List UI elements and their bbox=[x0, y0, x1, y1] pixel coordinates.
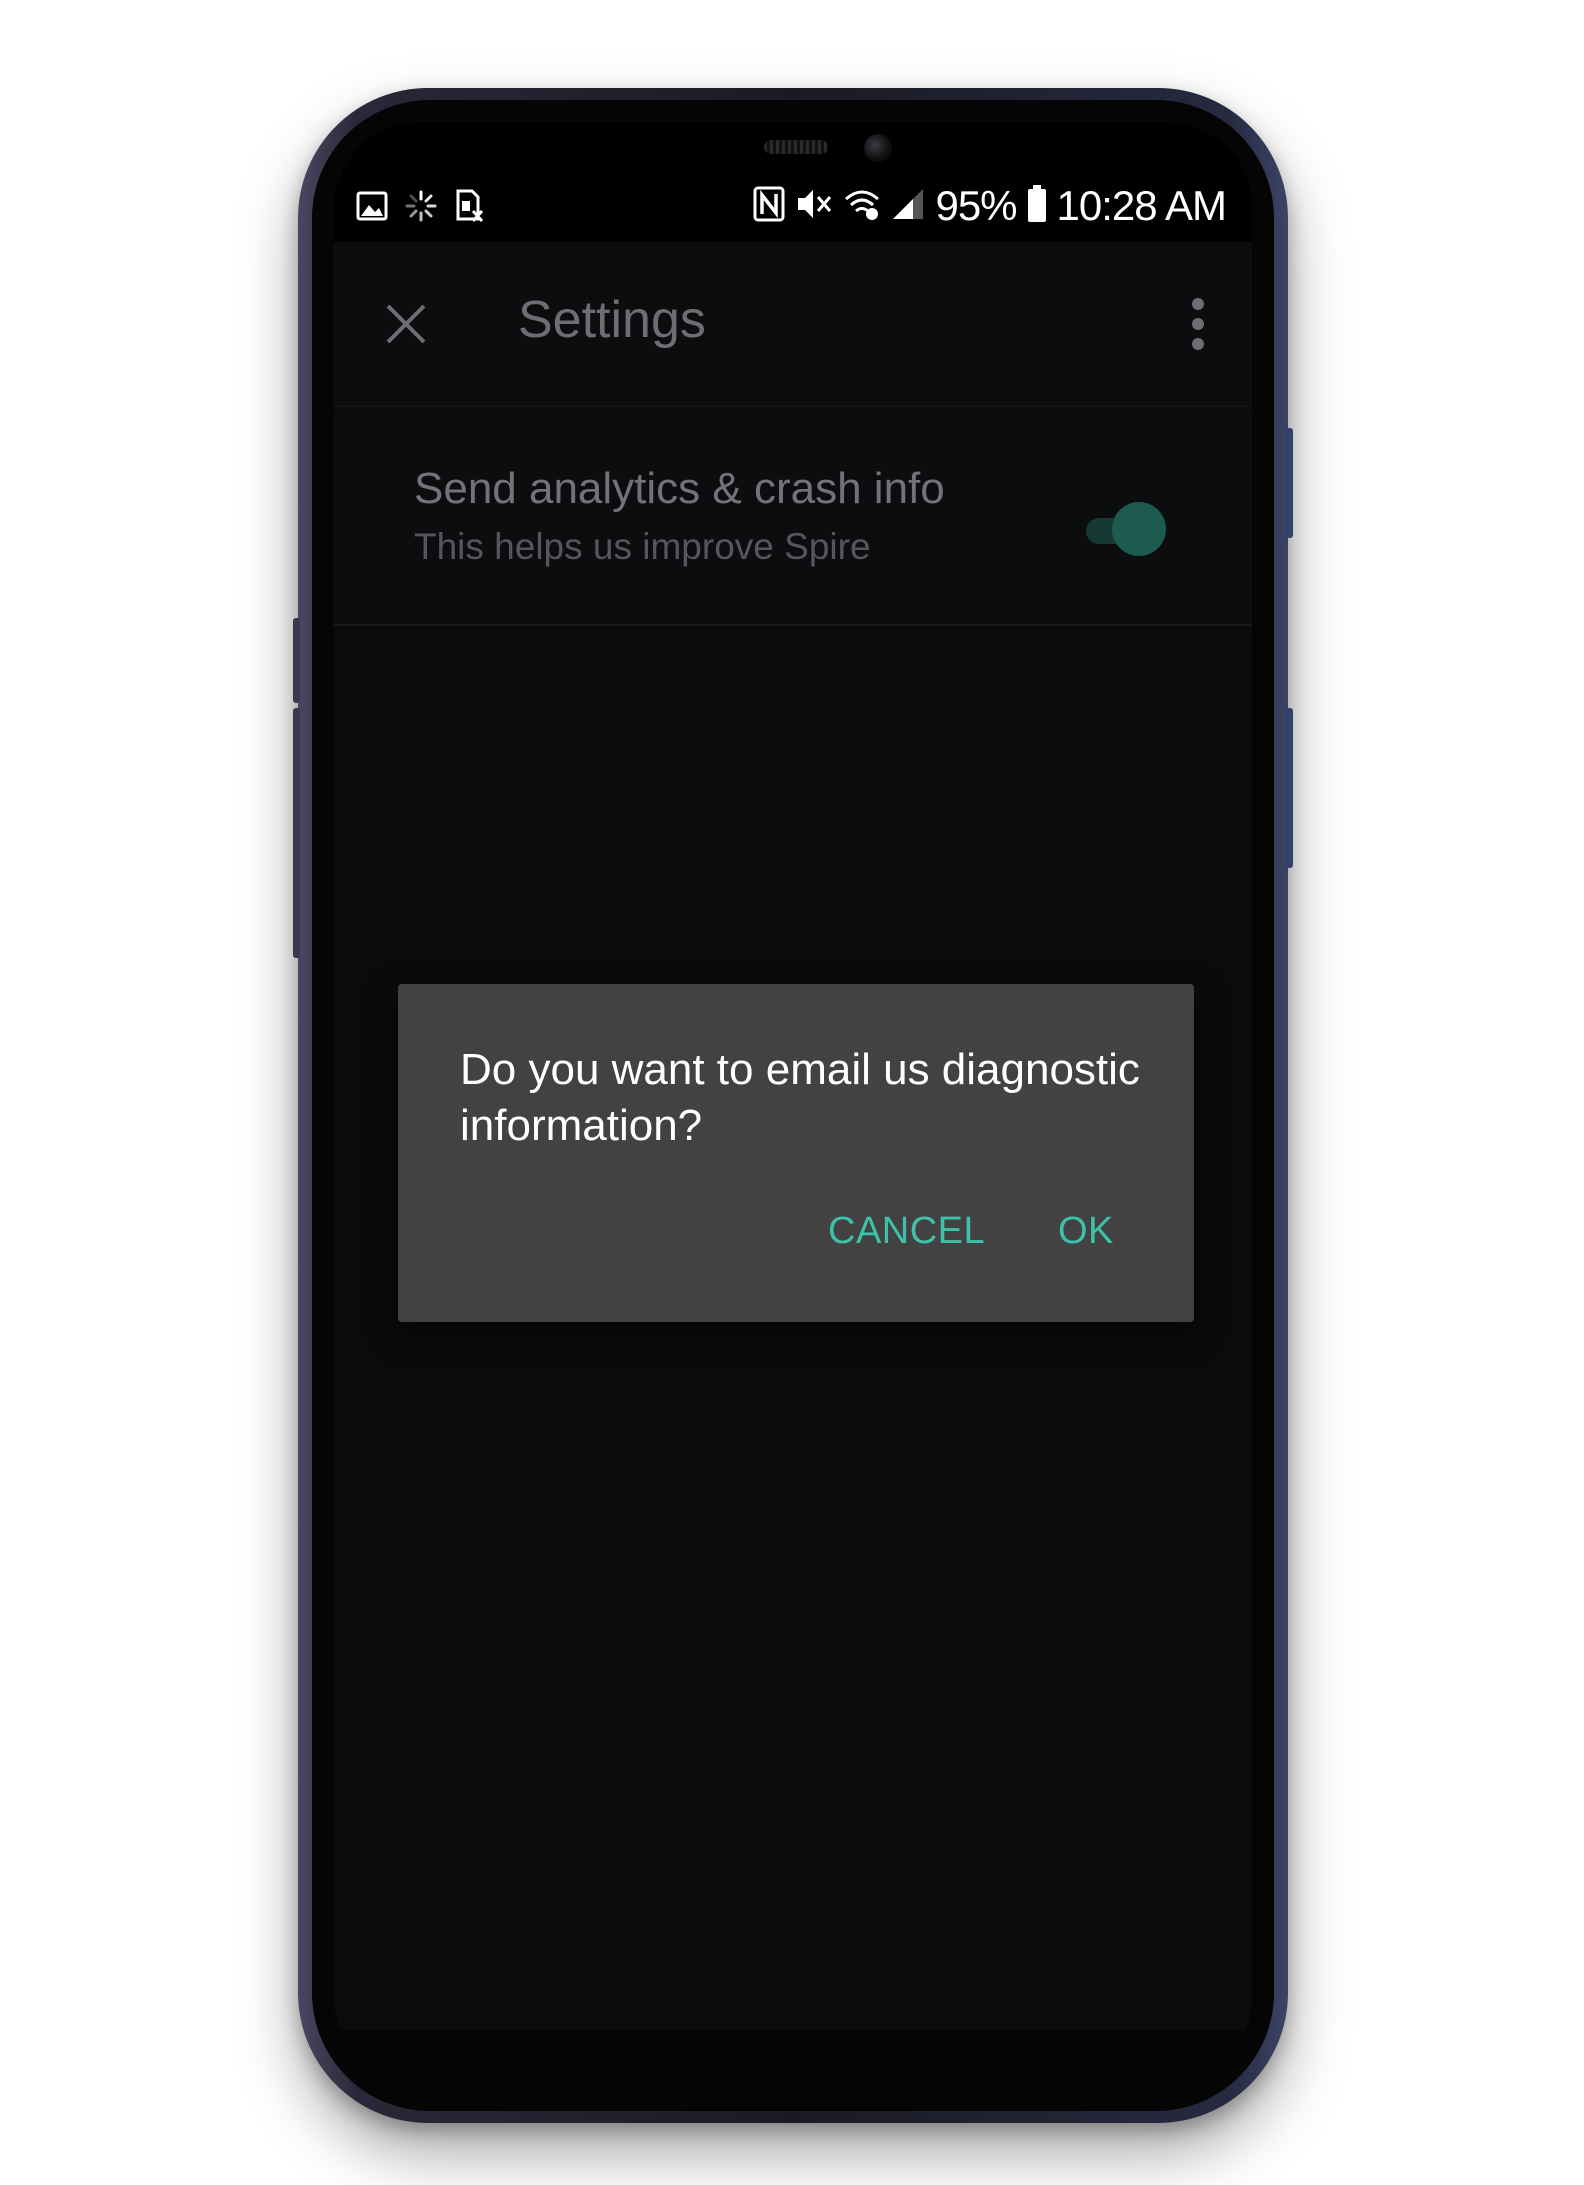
phone-side-button bbox=[293, 618, 300, 703]
more-vertical-icon[interactable] bbox=[1190, 296, 1206, 352]
close-icon[interactable] bbox=[384, 302, 428, 346]
nfc-icon bbox=[753, 186, 785, 227]
status-time: 10:28 AM bbox=[1056, 182, 1227, 229]
earpiece-speaker bbox=[764, 140, 828, 154]
toggle-thumb bbox=[1112, 502, 1166, 556]
app-bar: Settings bbox=[334, 242, 1252, 407]
analytics-toggle[interactable] bbox=[1082, 500, 1168, 560]
image-icon bbox=[356, 190, 388, 227]
phone-screen: 95% 10:28 AM Settings Send analytics & c… bbox=[334, 122, 1252, 2070]
status-left-icons bbox=[356, 188, 484, 228]
page-title: Settings bbox=[518, 291, 706, 349]
phone-power-button bbox=[1286, 428, 1293, 538]
loading-icon bbox=[404, 189, 438, 228]
phone-volume-button bbox=[293, 708, 300, 958]
ok-button[interactable]: OK bbox=[1058, 1210, 1114, 1253]
bottom-bezel bbox=[334, 2030, 1252, 2070]
page: 95% 10:28 AM Settings Send analytics & c… bbox=[0, 0, 1584, 2185]
mute-icon bbox=[795, 186, 833, 227]
setting-title: Send analytics & crash info bbox=[414, 464, 945, 513]
confirm-dialog: Do you want to email us diagnostic infor… bbox=[398, 984, 1194, 1322]
setting-subtitle: This helps us improve Spire bbox=[414, 526, 871, 567]
signal-icon bbox=[891, 187, 925, 226]
setting-row-analytics[interactable]: Send analytics & crash info This helps u… bbox=[334, 412, 1252, 626]
front-camera bbox=[864, 134, 892, 162]
cancel-button[interactable]: CANCEL bbox=[828, 1210, 985, 1253]
battery-percent: 95% bbox=[935, 182, 1017, 229]
phone-side-button bbox=[1286, 708, 1293, 868]
status-right-icons: 95% 10:28 AM bbox=[753, 182, 1227, 230]
dialog-message: Do you want to email us diagnostic infor… bbox=[460, 1045, 1140, 1150]
wifi-calling-icon bbox=[843, 187, 881, 226]
battery-icon bbox=[1027, 184, 1047, 228]
sim-card-icon bbox=[454, 189, 484, 228]
